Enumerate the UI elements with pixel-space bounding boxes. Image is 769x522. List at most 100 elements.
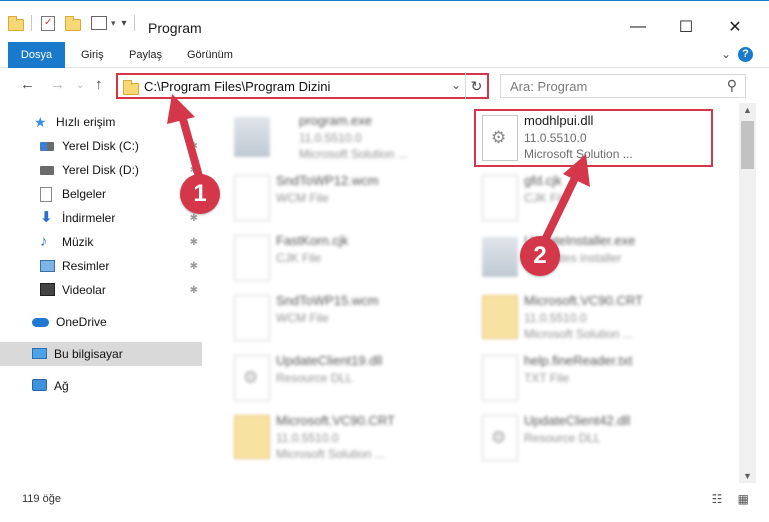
file-description: Microsoft Solution ...	[524, 327, 633, 341]
expand-ribbon-icon[interactable]: ⌄	[721, 47, 731, 61]
file-item[interactable]: SndToWP12.wcm WCM File	[226, 167, 474, 227]
file-item[interactable]: SndToWP15.wcm WCM File	[226, 287, 474, 347]
documents-icon	[40, 187, 52, 202]
file-name: Microsoft.VC90.CRT	[276, 413, 395, 428]
nav-item-label: Belgeler	[62, 187, 107, 201]
scroll-down-icon[interactable]: ▼	[743, 471, 752, 481]
pin-icon[interactable]: ✱	[190, 285, 198, 296]
file-item[interactable]: FastKorn.cjk CJK File	[226, 227, 474, 287]
scroll-up-icon[interactable]: ▲	[743, 105, 752, 115]
nav-item-documents[interactable]: Belgeler ✱	[0, 182, 202, 206]
nav-item-pictures[interactable]: Resimler ✱	[0, 254, 202, 278]
folder-icon	[482, 295, 518, 339]
nav-item-this-pc[interactable]: Bu bilgisayar	[0, 342, 202, 366]
file-icon	[482, 355, 518, 401]
properties-icon[interactable]: ✓	[41, 15, 55, 31]
nav-item-label: Ağ	[54, 379, 69, 393]
ribbon-tabs: Dosya Giriş Paylaş Görünüm ⌄ ?	[0, 42, 769, 102]
refresh-button[interactable]: ↻	[465, 73, 487, 99]
divider	[133, 15, 135, 31]
address-row: ← → ⌄ ↑ C:\Program Files\Program Dizini …	[0, 68, 769, 102]
tab-home[interactable]: Giriş	[71, 42, 114, 68]
nav-item-label: Resimler	[62, 259, 110, 273]
folder-icon	[234, 415, 270, 459]
file-icon	[234, 235, 270, 281]
search-input[interactable]: Ara: Program	[510, 79, 587, 94]
tab-view[interactable]: Görünüm	[177, 42, 243, 68]
file-version: 11.0.5510.0	[524, 311, 587, 325]
videos-icon	[40, 283, 55, 296]
address-path[interactable]: C:\Program Files\Program Dizini	[144, 79, 330, 94]
nav-item-music[interactable]: ♪ Müzik ✱	[0, 230, 202, 254]
dll-icon	[482, 415, 518, 461]
folder-icon[interactable]	[8, 15, 24, 31]
download-icon: ⬇	[40, 209, 53, 226]
pin-icon[interactable]: ✱	[190, 141, 198, 152]
nav-item-network[interactable]: Ağ	[0, 374, 202, 398]
view-toggle-icons[interactable]: ☷ ▦	[712, 492, 755, 506]
new-folder-icon[interactable]	[65, 15, 81, 31]
help-icon[interactable]: ?	[738, 47, 753, 62]
maximize-button[interactable]: ☐	[663, 13, 709, 41]
forward-button[interactable]: →	[50, 76, 65, 93]
file-name: help.fineReader.txt	[524, 353, 633, 368]
status-bar: 119 öğe ☷ ▦	[0, 483, 769, 522]
file-name: FastKorn.cjk	[276, 233, 349, 248]
customize-toolbar-icon[interactable]	[91, 16, 107, 30]
close-button[interactable]: ✕	[712, 13, 758, 41]
file-item[interactable]: Microsoft.VC90.CRT 11.0.5510.0 Microsoft…	[226, 407, 474, 467]
file-type: Resource DLL	[276, 371, 353, 385]
vertical-scrollbar[interactable]: ▲ ▼	[739, 103, 756, 483]
nav-item-downloads[interactable]: ⬇ İndirmeler ✱	[0, 206, 202, 230]
file-type: TXT File	[524, 371, 570, 385]
nav-item-label: İndirmeler	[62, 211, 116, 225]
up-button[interactable]: ↑	[95, 76, 103, 93]
exe-icon	[234, 117, 270, 157]
windows-disk-icon	[40, 142, 54, 151]
nav-item-local-disk-c[interactable]: Yerel Disk (C:) ✱	[0, 134, 202, 158]
file-item[interactable]: Microsoft.VC90.CRT 11.0.5510.0 Microsoft…	[474, 287, 722, 347]
file-item[interactable]: gfd.cjk CJK File	[474, 167, 722, 227]
address-dropdown-icon[interactable]: ⌄	[451, 78, 461, 92]
nav-item-label: Videolar	[62, 283, 106, 297]
tab-share[interactable]: Paylaş	[119, 42, 172, 68]
file-name: program.exe	[299, 113, 372, 128]
nav-item-local-disk-d[interactable]: Yerel Disk (D:) ✱	[0, 158, 202, 182]
item-count: 119 öğe	[22, 493, 61, 505]
nav-item-label: Yerel Disk (C:)	[62, 139, 139, 153]
dll-icon	[234, 355, 270, 401]
nav-item-onedrive[interactable]: OneDrive	[0, 310, 202, 334]
disk-icon	[40, 166, 54, 175]
pin-icon[interactable]: ✱	[190, 261, 198, 272]
nav-item-quick-access[interactable]: ★ Hızlı erişim	[0, 110, 202, 134]
minimize-button[interactable]: —	[615, 13, 661, 41]
address-bar[interactable]: C:\Program Files\Program Dizini ⌄ ↻	[116, 73, 489, 99]
quick-access-dropdown-icon[interactable]: ▾	[122, 18, 127, 29]
file-name: SndToWP12.wcm	[276, 173, 379, 188]
onedrive-icon	[32, 318, 49, 327]
recent-locations-icon[interactable]: ⌄	[76, 80, 84, 91]
back-button[interactable]: ←	[20, 76, 35, 93]
navigation-pane: ★ Hızlı erişim Yerel Disk (C:) ✱ Yerel D…	[0, 103, 202, 483]
computer-icon	[32, 348, 47, 359]
file-version: 11.0.5510.0	[299, 131, 362, 145]
file-item[interactable]: program.exe 11.0.5510.0 Microsoft Soluti…	[226, 107, 474, 167]
file-item[interactable]: UpdateInstaller.exe ...updates installer	[474, 227, 722, 287]
chevron-down-icon[interactable]: ▾	[111, 18, 116, 29]
file-item[interactable]: help.fineReader.txt TXT File	[474, 347, 722, 407]
title-bar: ✓ ▾ ▾ Program — ☐ ✕	[0, 0, 769, 42]
nav-item-label: OneDrive	[56, 315, 107, 329]
scroll-thumb[interactable]	[741, 121, 754, 169]
file-name: SndToWP15.wcm	[276, 293, 379, 308]
divider	[31, 15, 32, 31]
nav-item-videos[interactable]: Videolar ✱	[0, 278, 202, 302]
search-box[interactable]: Ara: Program ⚲	[500, 74, 746, 98]
file-name: UpdateClient19.dll	[276, 353, 383, 368]
music-icon: ♪	[40, 233, 48, 250]
file-name: UpdateClient42.dll	[524, 413, 631, 428]
nav-item-label: Bu bilgisayar	[54, 347, 123, 361]
pin-icon[interactable]: ✱	[190, 213, 198, 224]
file-item[interactable]: UpdateClient19.dll Resource DLL	[226, 347, 474, 407]
file-item[interactable]: UpdateClient42.dll Resource DLL	[474, 407, 722, 467]
pin-icon[interactable]: ✱	[190, 237, 198, 248]
